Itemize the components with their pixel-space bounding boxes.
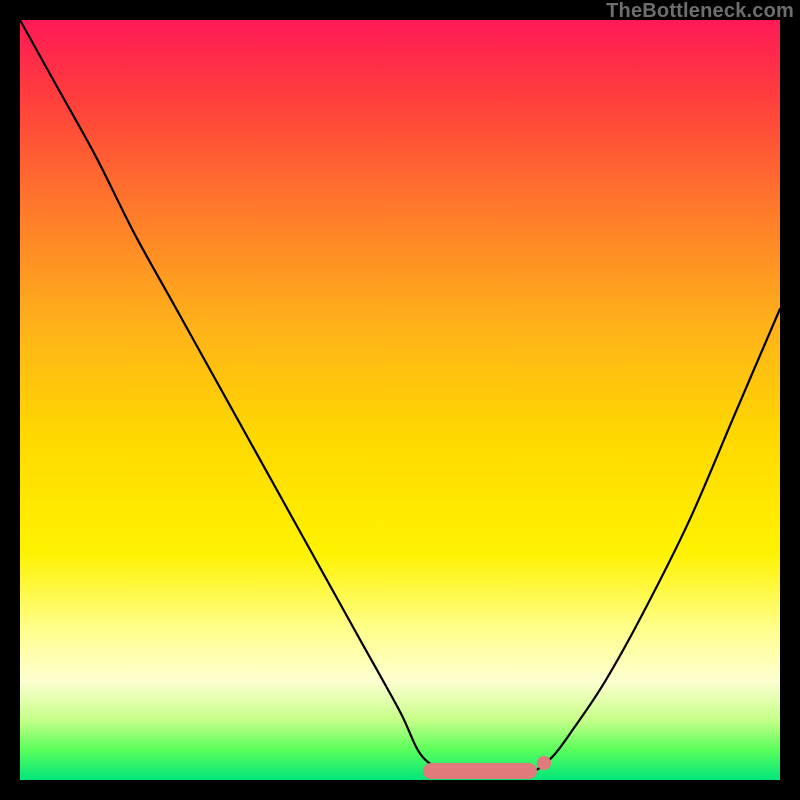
trough-highlight — [423, 763, 537, 779]
bottleneck-curve — [20, 20, 780, 780]
watermark-text: TheBottleneck.com — [606, 0, 794, 23]
plot-area — [20, 20, 780, 780]
chart-frame: TheBottleneck.com — [0, 0, 800, 800]
